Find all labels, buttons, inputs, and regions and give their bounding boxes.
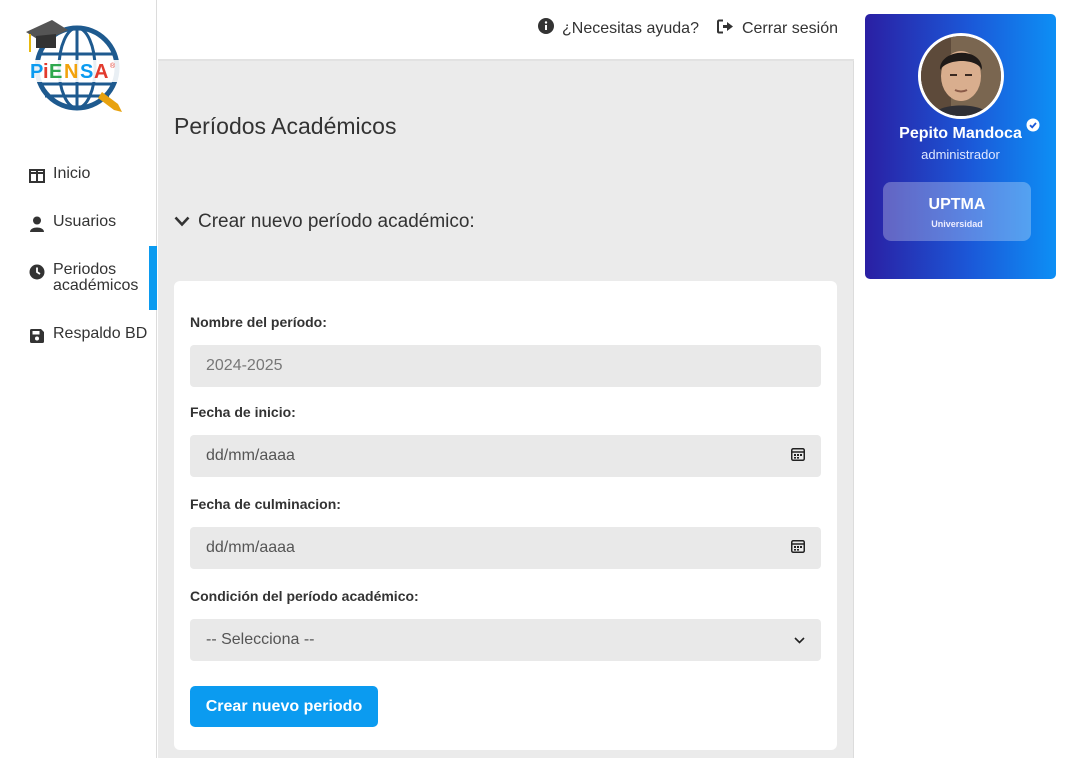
svg-text:N: N	[64, 61, 78, 83]
sidebar-item-respaldo[interactable]: Respaldo BD	[0, 310, 157, 358]
period-name-input[interactable]: 2024-2025	[190, 345, 821, 387]
profile-panel: Pepito Mandoca administrador UPTMA Unive…	[855, 0, 1068, 758]
logout-label: Cerrar sesión	[741, 19, 838, 37]
create-period-button[interactable]: Crear nuevo periodo	[190, 686, 378, 727]
piensa-logo[interactable]: P i E N S A ®	[22, 12, 132, 114]
sidebar-item-label: Inicio	[53, 165, 91, 182]
sidebar-item-inicio[interactable]: Inicio	[0, 150, 157, 198]
svg-text:E: E	[49, 61, 62, 83]
end-date-label: Fecha de culminacion:	[190, 496, 341, 512]
avatar[interactable]	[918, 33, 1004, 119]
info-icon	[538, 18, 554, 39]
university-name: UPTMA	[928, 196, 986, 213]
user-icon	[28, 215, 45, 232]
svg-text:P: P	[30, 61, 43, 83]
chevron-down-icon	[794, 631, 805, 649]
sidebar: P i E N S A ® Inicio Usuarios Periodos a…	[0, 0, 157, 758]
verified-check-icon	[1026, 118, 1040, 137]
svg-text:S: S	[80, 61, 93, 83]
sidebar-item-label: Usuarios	[53, 213, 117, 230]
page-title: Períodos Académicos	[174, 113, 397, 139]
help-link[interactable]: ¿Necesitas ayuda?	[538, 18, 699, 39]
layout-icon	[28, 167, 45, 184]
sidebar-item-periodos[interactable]: Periodos académicos	[0, 246, 157, 310]
profile-card: Pepito Mandoca administrador UPTMA Unive…	[865, 14, 1056, 279]
condition-select[interactable]: -- Selecciona --	[190, 619, 821, 661]
end-date-input[interactable]: dd/mm/aaaa	[190, 527, 821, 569]
svg-text:®: ®	[110, 62, 116, 70]
profile-role: administrador	[921, 147, 1000, 162]
sidebar-item-label-line1: Periodos	[53, 261, 117, 278]
main-content: Períodos Académicos Crear nuevo período …	[158, 61, 854, 758]
create-period-toggle[interactable]: Crear nuevo período académico:	[174, 211, 475, 233]
topbar-actions: ¿Necesitas ayuda? Cerrar sesión	[538, 18, 838, 39]
svg-text:i: i	[43, 61, 49, 83]
create-period-form: Nombre del período: 2024-2025 Fecha de i…	[174, 281, 837, 750]
calendar-icon[interactable]	[791, 539, 805, 558]
chevron-down-icon	[174, 211, 190, 233]
sidebar-item-label: Periodos académicos	[53, 262, 138, 294]
period-name-value: 2024-2025	[206, 357, 283, 374]
section-title: Crear nuevo período académico:	[198, 211, 475, 232]
start-date-input[interactable]: dd/mm/aaaa	[190, 435, 821, 477]
sidebar-item-label: Respaldo BD	[53, 325, 148, 342]
period-name-label: Nombre del período:	[190, 314, 327, 330]
sidebar-nav: Inicio Usuarios Periodos académicos Resp…	[0, 150, 157, 358]
clock-icon	[28, 263, 45, 280]
condition-selected-value: -- Selecciona --	[206, 631, 315, 648]
logout-link[interactable]: Cerrar sesión	[716, 19, 838, 39]
calendar-icon[interactable]	[791, 447, 805, 466]
topbar: ¿Necesitas ayuda? Cerrar sesión	[158, 0, 854, 61]
help-label: ¿Necesitas ayuda?	[562, 19, 699, 37]
sign-out-icon	[716, 19, 734, 39]
condition-label: Condición del período académico:	[190, 588, 419, 604]
start-date-label: Fecha de inicio:	[190, 404, 296, 420]
floppy-disk-icon	[28, 327, 45, 344]
svg-text:A: A	[94, 61, 108, 83]
sidebar-item-label-line2: académicos	[53, 277, 139, 294]
sidebar-item-usuarios[interactable]: Usuarios	[0, 198, 157, 246]
start-date-placeholder: dd/mm/aaaa	[206, 447, 295, 464]
end-date-placeholder: dd/mm/aaaa	[206, 539, 295, 556]
university-caption: Universidad	[931, 219, 983, 229]
university-badge: UPTMA Universidad	[883, 182, 1031, 241]
